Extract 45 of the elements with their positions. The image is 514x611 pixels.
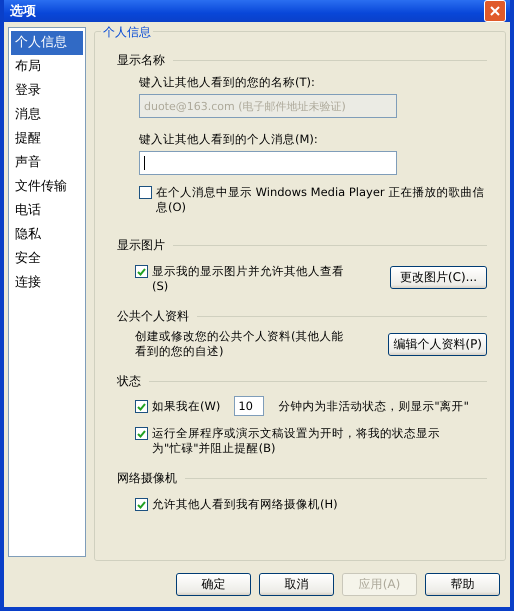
checkmark-icon xyxy=(137,402,146,410)
minutes-field[interactable]: 10 xyxy=(234,396,264,416)
sidebar-item[interactable]: 声音 xyxy=(11,151,83,175)
dialog-button[interactable]: 确定 xyxy=(176,572,251,596)
sidebar-item[interactable]: 文件传输 xyxy=(11,175,83,199)
section-heading: 公共个人资料 xyxy=(117,308,189,325)
sidebar-item[interactable]: 个人信息 xyxy=(11,31,83,55)
close-button[interactable] xyxy=(484,0,506,22)
sidebar-item[interactable]: 消息 xyxy=(11,103,83,127)
sidebar-item[interactable]: 布局 xyxy=(11,55,83,79)
section-heading: 状态 xyxy=(117,373,141,390)
edit-profile-button[interactable]: 编辑个人资料(P) xyxy=(388,332,487,356)
checkbox-label: 运行全屏程序或演示文稿设置为开时，将我的状态显示为"忙碌"并阻止提醒(B) xyxy=(152,426,441,456)
checkbox-label: 允许其他人看到我有网络摄像机(H) xyxy=(152,497,338,512)
field-label: 键入让其他人看到的您的名称(T): xyxy=(139,75,316,90)
sidebar-item[interactable]: 安全 xyxy=(11,247,83,271)
field-label: 分钟内为非活动状态，则显示"离开" xyxy=(278,398,469,414)
section-heading: 显示图片 xyxy=(117,237,165,254)
checkbox[interactable] xyxy=(135,427,148,440)
description-text: 创建或修改您的公共个人资料(其他人能看到的您的自述) xyxy=(135,329,344,359)
sidebar-item[interactable]: 登录 xyxy=(11,79,83,103)
checkbox-label: 在个人消息中显示 Windows Media Player 正在播放的歌曲信息(O) xyxy=(156,185,486,215)
close-icon xyxy=(489,5,501,17)
checkbox[interactable] xyxy=(135,400,148,413)
section-heading: 显示名称 xyxy=(117,52,165,69)
checkbox[interactable] xyxy=(135,498,148,511)
checkmark-icon xyxy=(137,268,146,276)
window-title: 选项 xyxy=(10,3,36,20)
checkbox-label: 如果我在(W) xyxy=(152,398,220,414)
field-label: 键入让其他人看到的个人消息(M): xyxy=(139,132,319,147)
dialog-button[interactable]: 取消 xyxy=(259,572,334,596)
group-title: 个人信息 xyxy=(101,24,153,41)
checkbox[interactable] xyxy=(139,186,152,199)
sidebar-item[interactable]: 提醒 xyxy=(11,127,83,151)
checkmark-icon xyxy=(137,500,146,508)
dialog-button[interactable]: 帮助 xyxy=(425,572,500,596)
checkbox[interactable] xyxy=(135,265,148,278)
sidebar-item[interactable]: 连接 xyxy=(11,271,83,295)
checkbox-label: 显示我的显示图片并允许其他人查看(S) xyxy=(152,264,345,294)
checkmark-icon xyxy=(137,430,146,438)
input-field[interactable] xyxy=(139,151,397,175)
change-picture-button[interactable]: 更改图片(C)... xyxy=(390,266,487,288)
sidebar-item[interactable]: 隐私 xyxy=(11,223,83,247)
sidebar-item[interactable]: 电话 xyxy=(11,199,83,223)
section-heading: 网络摄像机 xyxy=(117,470,177,487)
